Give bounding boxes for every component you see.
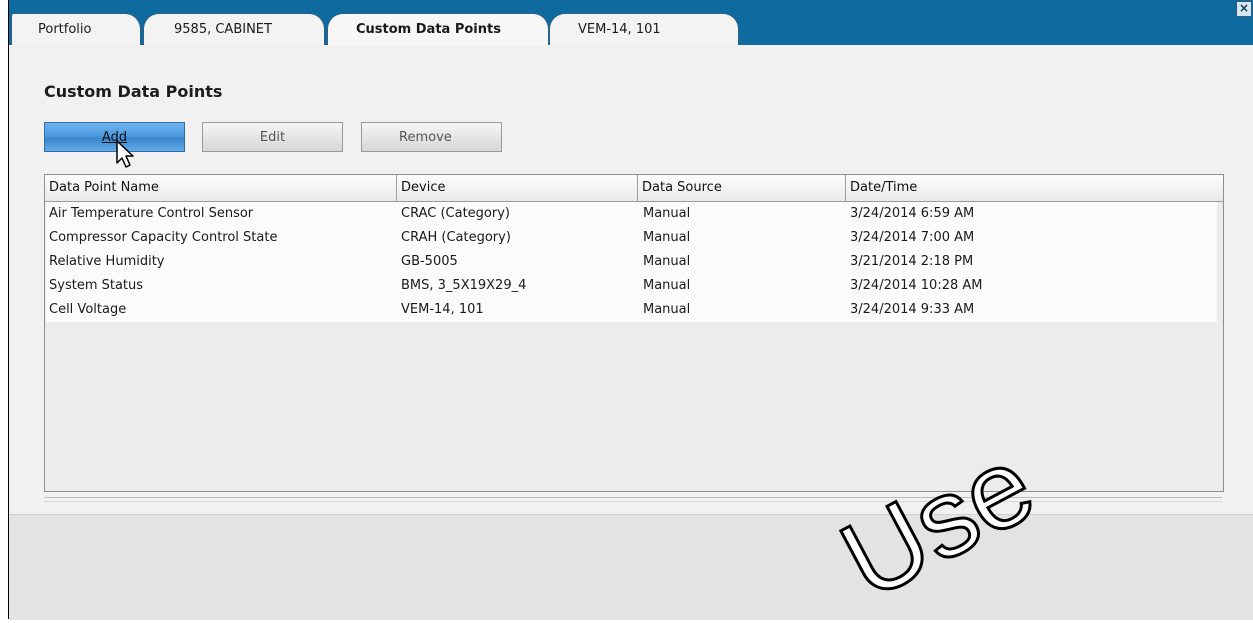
cell-data-point-name: Cell Voltage xyxy=(49,302,127,317)
column-header-date-time[interactable]: Date/Time xyxy=(846,175,1216,201)
cell-data-source: Manual xyxy=(643,254,691,269)
bottom-panel xyxy=(9,514,1253,620)
cell-device: VEM-14, 101 xyxy=(401,302,484,317)
cell-data-source: Manual xyxy=(643,230,691,245)
cell-device: BMS, 3_5X19X29_4 xyxy=(401,278,527,293)
cell-date-time: 3/24/2014 9:33 AM xyxy=(850,302,975,317)
tab-label: Portfolio xyxy=(38,22,92,37)
table-row[interactable]: Air Temperature Control Sensor CRAC (Cat… xyxy=(46,202,1217,226)
tab-custom-data-points[interactable]: Custom Data Points xyxy=(327,13,549,45)
table-header: Data Point Name Device Data Source Date/… xyxy=(45,175,1223,202)
cell-data-source: Manual xyxy=(643,206,691,221)
table-body: Air Temperature Control Sensor CRAC (Cat… xyxy=(46,202,1217,322)
tab-bar: Portfolio 9585, CABINET Custom Data Poin… xyxy=(9,0,1253,45)
cell-data-point-name: Relative Humidity xyxy=(49,254,165,269)
close-icon[interactable]: × xyxy=(1236,1,1252,17)
mouse-pointer-icon xyxy=(116,140,134,168)
cell-data-source: Manual xyxy=(643,278,691,293)
cell-data-source: Manual xyxy=(643,302,691,317)
cell-date-time: 3/24/2014 7:00 AM xyxy=(850,230,975,245)
divider xyxy=(44,501,1222,502)
table-row[interactable]: Compressor Capacity Control State CRAH (… xyxy=(46,226,1217,250)
cell-date-time: 3/21/2014 2:18 PM xyxy=(850,254,974,269)
cell-data-point-name: Compressor Capacity Control State xyxy=(49,230,278,245)
table-row[interactable]: Cell Voltage VEM-14, 101 Manual 3/24/201… xyxy=(46,298,1217,322)
table-row[interactable]: System Status BMS, 3_5X19X29_4 Manual 3/… xyxy=(46,274,1217,298)
tab-label: Custom Data Points xyxy=(356,22,501,37)
edit-button[interactable]: Edit xyxy=(202,122,343,152)
data-points-table: Data Point Name Device Data Source Date/… xyxy=(44,174,1224,492)
remove-button[interactable]: Remove xyxy=(361,122,502,152)
cell-date-time: 3/24/2014 6:59 AM xyxy=(850,206,975,221)
column-header-data-point-name[interactable]: Data Point Name xyxy=(45,175,397,201)
cell-data-point-name: Air Temperature Control Sensor xyxy=(49,206,254,221)
cell-device: CRAH (Category) xyxy=(401,230,511,245)
cell-device: CRAC (Category) xyxy=(401,206,510,221)
column-header-device[interactable]: Device xyxy=(397,175,638,201)
tab-portfolio[interactable]: Portfolio xyxy=(11,13,141,45)
table-row[interactable]: Relative Humidity GB-5005 Manual 3/21/20… xyxy=(46,250,1217,274)
divider xyxy=(44,497,1222,498)
app-window: Portfolio 9585, CABINET Custom Data Poin… xyxy=(8,0,1253,620)
page-title: Custom Data Points xyxy=(44,82,223,101)
tab-label: VEM-14, 101 xyxy=(578,22,661,37)
cell-data-point-name: System Status xyxy=(49,278,144,293)
tab-vem-14[interactable]: VEM-14, 101 xyxy=(549,13,739,45)
tab-label: 9585, CABINET xyxy=(174,22,272,37)
cell-device: GB-5005 xyxy=(401,254,458,269)
tab-cabinet[interactable]: 9585, CABINET xyxy=(143,13,325,45)
cell-date-time: 3/24/2014 10:28 AM xyxy=(850,278,983,293)
column-header-data-source[interactable]: Data Source xyxy=(638,175,846,201)
